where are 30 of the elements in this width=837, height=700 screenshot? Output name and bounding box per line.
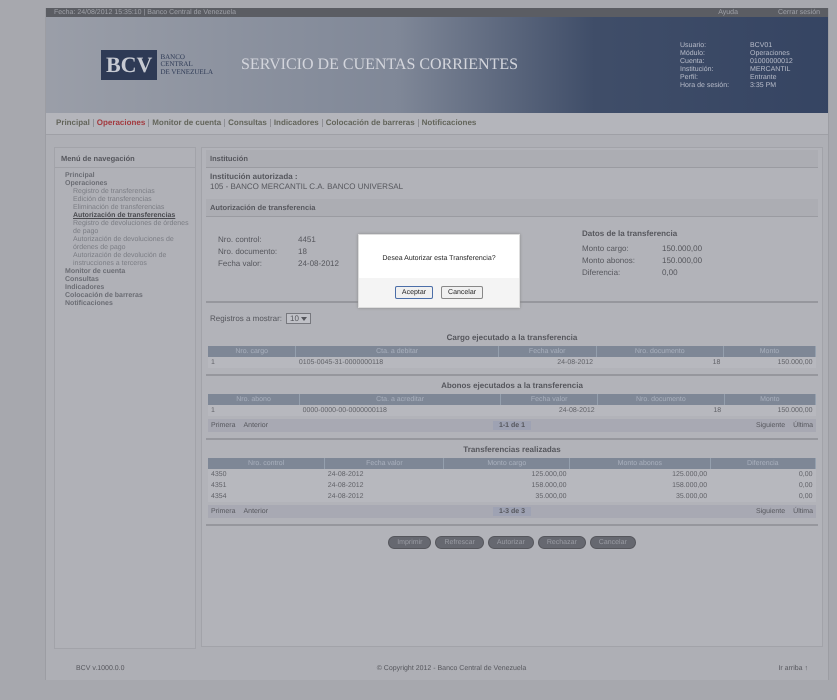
nav-link[interactable]: Principal	[56, 118, 90, 127]
field-value: 105 - BANCO MERCANTIL C.A. BANCO UNIVERSAL	[210, 182, 404, 191]
table-title: Transferencias realizadas	[462, 444, 562, 456]
dropdown-arrow-icon	[301, 316, 308, 321]
nav-link[interactable]: Colocación de barreras	[326, 118, 415, 127]
table-title: Abonos ejecutados a la transferencia	[440, 380, 584, 392]
logo-mark: BCV	[101, 50, 158, 80]
app-title: SERVICIO DE CUENTAS CORRIENTES	[241, 56, 520, 74]
page-size-select[interactable]: 10	[286, 313, 312, 324]
field-label: Nro. control:	[218, 235, 263, 244]
field-value: 150.000,00	[662, 244, 704, 253]
field-value: 150.000,00	[662, 256, 704, 265]
field-label: Institución autorizada :	[210, 172, 299, 181]
table-title: Cargo ejecutado a la transferencia	[446, 332, 578, 344]
nav-link[interactable]: Monitor de cuenta	[152, 118, 222, 127]
nav-link[interactable]: Consultas	[228, 118, 267, 127]
nav-link[interactable]: Indicadores	[274, 118, 319, 127]
nav-link[interactable]: Operaciones	[96, 118, 146, 127]
field-label: Registros a mostrar:	[210, 314, 282, 323]
field-label: Fecha valor:	[218, 259, 264, 268]
field-value: 4451	[298, 235, 317, 244]
nav-link[interactable]: Notificaciones	[422, 118, 476, 127]
field-label: Monto abonos:	[582, 256, 636, 265]
field-label: Monto cargo:	[582, 244, 630, 253]
field-value: 24-08-2012	[298, 259, 340, 268]
subsection-title: Datos de la transferencia	[582, 229, 678, 238]
field-value: 0,00	[662, 268, 679, 277]
field-value: 18	[298, 247, 308, 256]
field-label: Nro. documento:	[218, 247, 278, 256]
field-label: Diferencia:	[582, 268, 622, 277]
